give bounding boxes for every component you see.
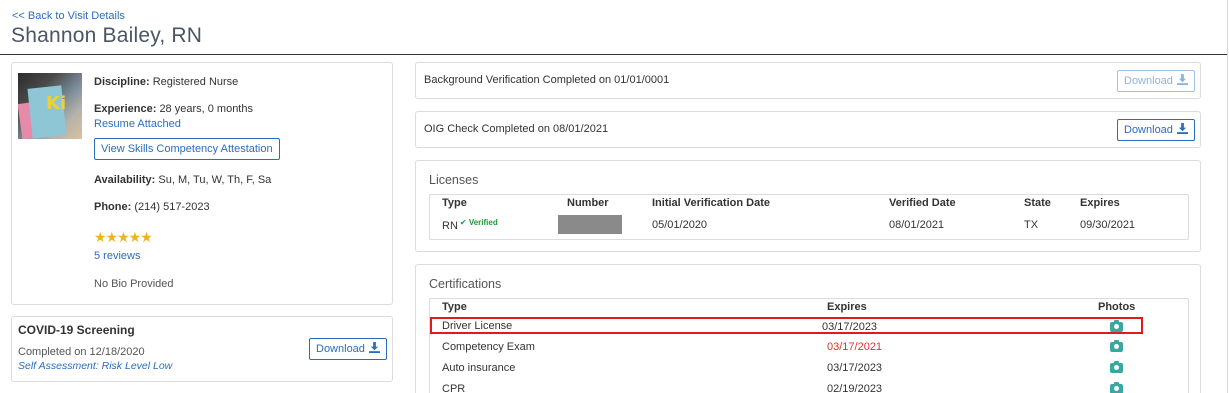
highlight-box <box>430 317 1143 334</box>
phone-label: Phone: <box>94 201 132 213</box>
profile-card: Ki Discipline: Registered Nurse Experien… <box>11 62 393 305</box>
licenses-panel: Licenses Type Number Initial Verificatio… <box>415 160 1201 252</box>
experience-row: Experience: 28 years, 0 months <box>94 103 253 115</box>
discipline-label: Discipline: <box>94 76 150 88</box>
back-to-visit-details-link[interactable]: << Back to Visit Details <box>12 10 125 22</box>
camera-icon[interactable] <box>1110 361 1123 373</box>
license-expires: 09/30/2021 <box>1080 219 1136 231</box>
view-skills-attestation-button[interactable]: View Skills Competency Attestation <box>94 138 280 160</box>
licenses-header-initial-date: Initial Verification Date <box>652 197 770 209</box>
license-number-redacted <box>558 215 622 234</box>
verified-badge: ✔ Verified <box>459 218 498 227</box>
certifications-title: Certifications <box>429 277 502 291</box>
discipline-row: Discipline: Registered Nurse <box>94 76 238 88</box>
covid-title: COVID-19 Screening <box>18 323 135 337</box>
licenses-header-number: Number <box>567 197 609 209</box>
avatar-shape: Ki <box>46 93 67 114</box>
discipline-value: Registered Nurse <box>152 76 239 88</box>
cert-header-expires: Expires <box>827 301 867 313</box>
availability-row: Availability: Su, M, Tu, W, Th, F, Sa <box>94 174 271 186</box>
license-state: TX <box>1024 219 1039 231</box>
licenses-table: Type Number Initial Verification Date Ve… <box>429 194 1189 240</box>
licenses-header-expires: Expires <box>1080 197 1120 209</box>
download-label: Download <box>1124 75 1173 87</box>
cert-header-photos: Photos <box>1098 301 1136 313</box>
availability-value: Su, M, Tu, W, Th, F, Sa <box>158 174 272 186</box>
background-verification-text: Background Verification Completed on 01/… <box>424 74 670 86</box>
camera-icon[interactable] <box>1110 340 1123 352</box>
experience-label: Experience: <box>94 103 157 115</box>
oig-check-text: OIG Check Completed on 08/01/2021 <box>424 123 609 135</box>
licenses-title: Licenses <box>429 173 479 187</box>
cert-expires: 03/17/2023 <box>827 362 883 374</box>
page-edge-divider <box>1227 0 1228 393</box>
cert-expires: 02/19/2023 <box>827 383 883 393</box>
oig-check-row: OIG Check Completed on 08/01/2021 Downlo… <box>415 111 1201 148</box>
avatar: Ki <box>18 73 82 139</box>
background-verification-row: Background Verification Completed on 01/… <box>415 62 1201 99</box>
license-type-value: RN <box>442 220 458 232</box>
rating-stars: ★★★★★ <box>94 229 153 245</box>
oig-download-button[interactable]: Download <box>1117 119 1195 141</box>
cert-type: CPR <box>442 383 466 393</box>
experience-value: 28 years, 0 months <box>159 103 253 115</box>
background-download-button[interactable]: Download <box>1117 70 1195 92</box>
cert-type: Competency Exam <box>442 341 535 353</box>
download-icon <box>368 342 380 353</box>
license-type: RN ✔ Verified <box>442 218 498 232</box>
licenses-header-state: State <box>1024 197 1051 209</box>
cert-type: Auto insurance <box>442 362 516 374</box>
availability-label: Availability: <box>94 174 156 186</box>
licenses-header-verified-date: Verified Date <box>889 197 956 209</box>
certifications-table: Type Expires Photos Driver License 03/17… <box>429 298 1189 393</box>
covid-assessment: Self Assessment: Risk Level Low <box>18 360 173 372</box>
phone-value: (214) 517-2023 <box>134 201 210 213</box>
title-divider <box>0 54 1227 55</box>
reviews-link[interactable]: 5 reviews <box>94 250 140 262</box>
download-icon <box>1176 123 1188 134</box>
download-icon <box>1176 74 1188 85</box>
cert-expires: 03/17/2021 <box>827 341 883 353</box>
resume-link[interactable]: Resume Attached <box>94 118 181 130</box>
cert-header-type: Type <box>442 301 467 313</box>
licenses-header-type: Type <box>442 197 467 209</box>
bio-text: No Bio Provided <box>94 278 174 290</box>
phone-row: Phone: (214) 517-2023 <box>94 201 210 213</box>
camera-icon[interactable] <box>1110 382 1123 393</box>
license-verified-date: 08/01/2021 <box>889 219 945 231</box>
covid-download-button[interactable]: Download <box>309 338 387 360</box>
covid-screening-card: COVID-19 Screening Completed on 12/18/20… <box>11 316 393 382</box>
covid-completed-date: Completed on 12/18/2020 <box>18 346 145 358</box>
license-initial-date: 05/01/2020 <box>652 219 708 231</box>
download-label: Download <box>316 343 365 355</box>
page-title: Shannon Bailey, RN <box>11 24 203 47</box>
download-label: Download <box>1124 124 1173 136</box>
